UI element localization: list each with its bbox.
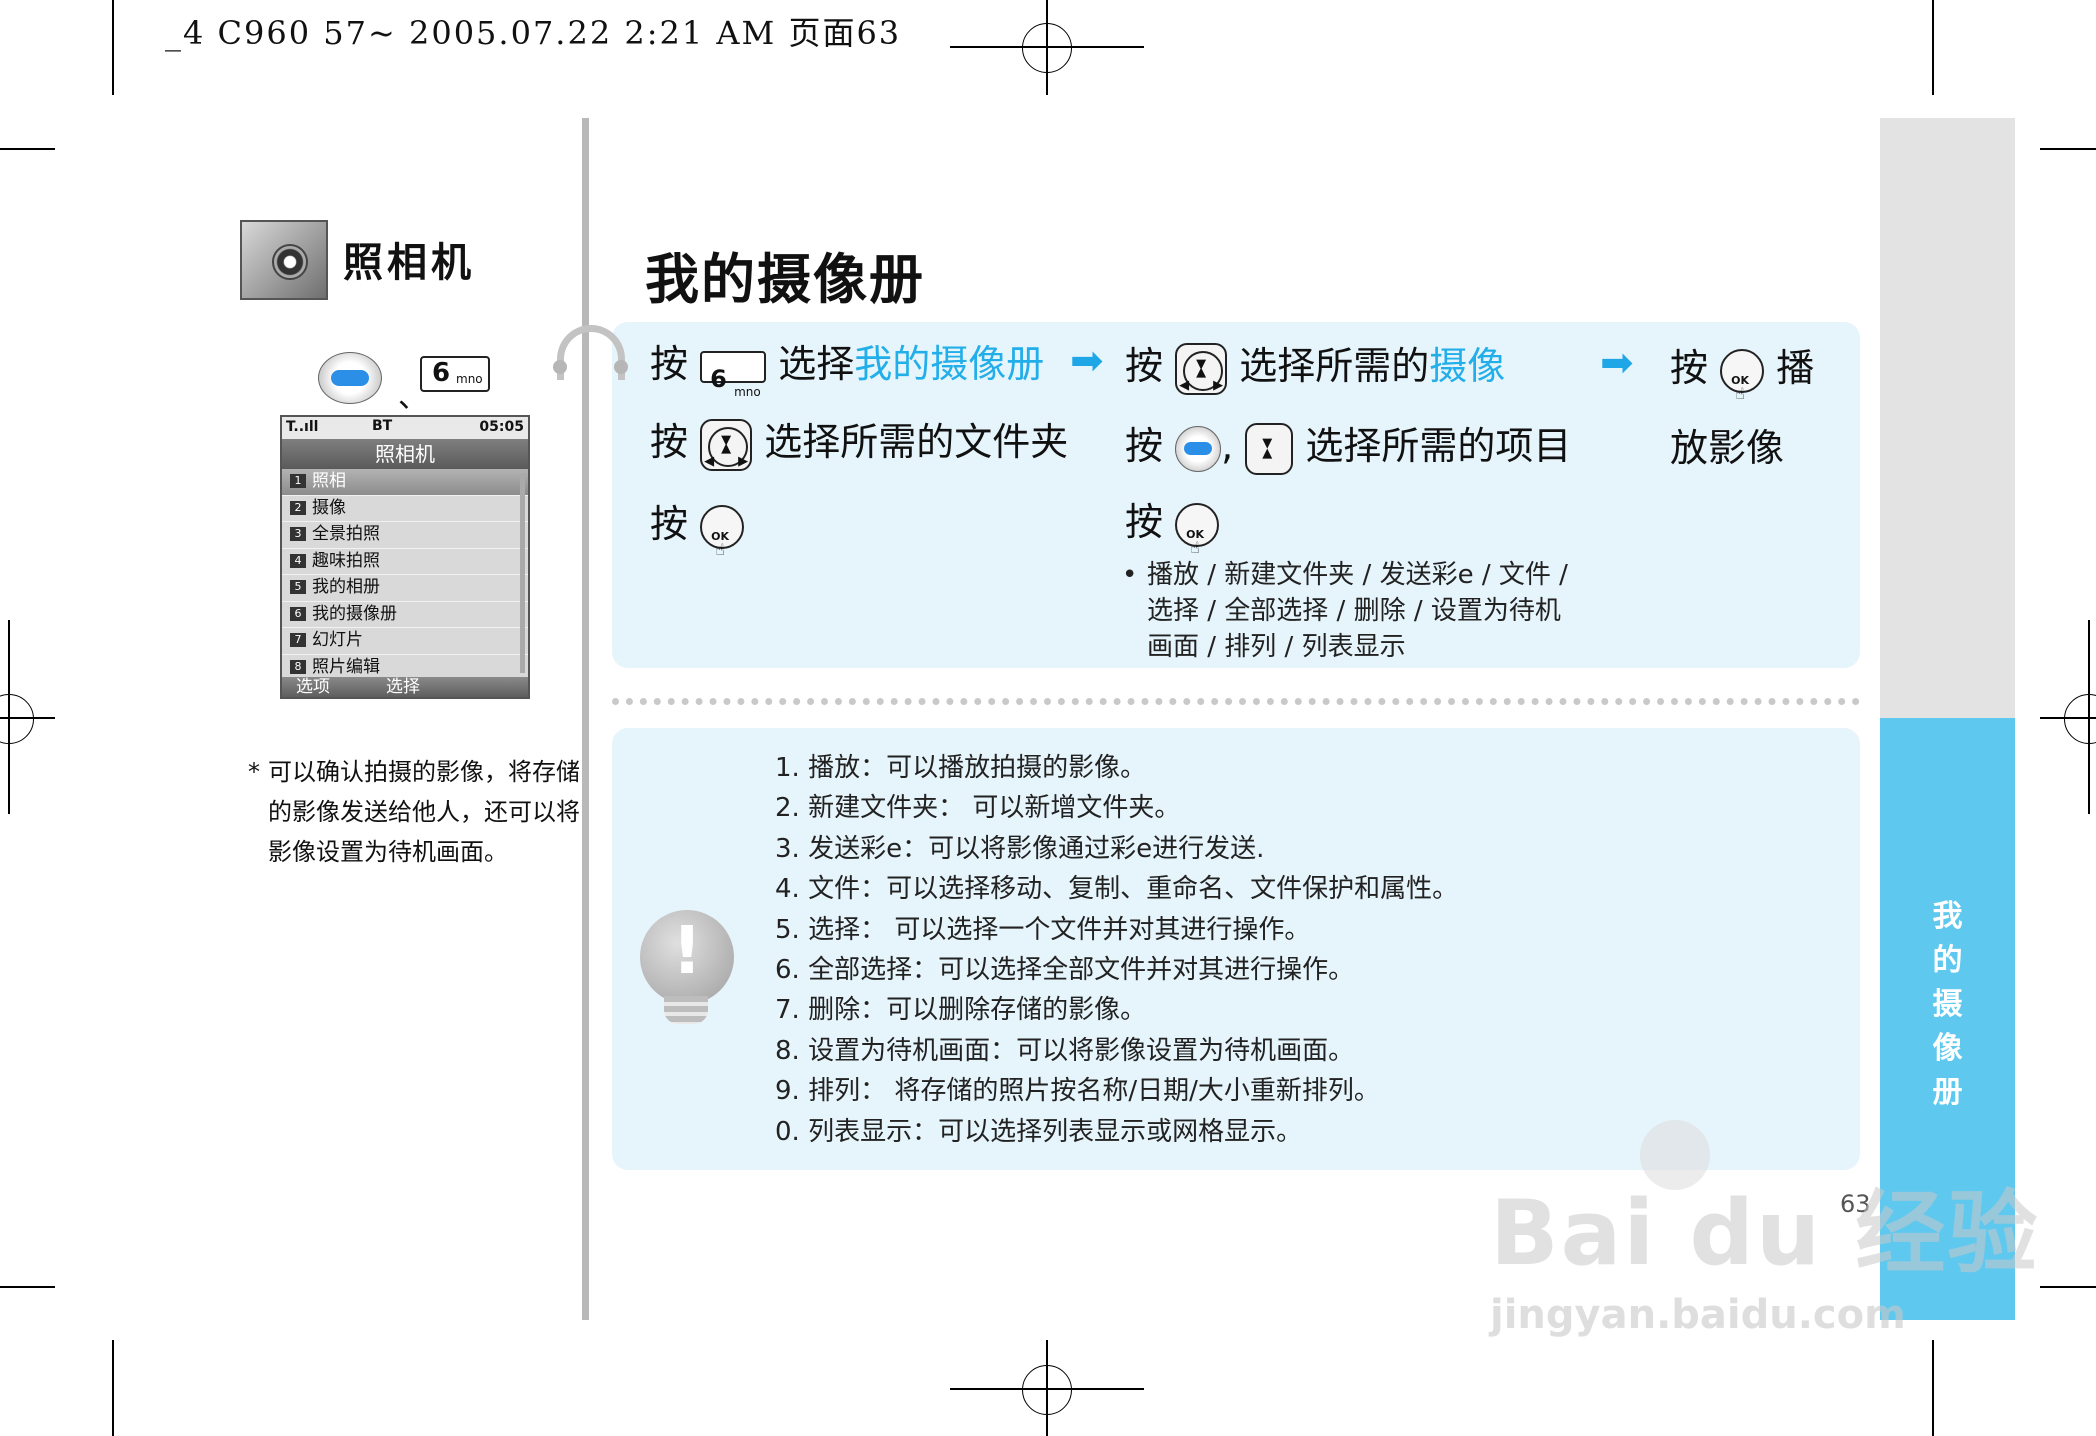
note-item: 7. 删除：可以删除存储的影像。: [775, 995, 1147, 1026]
note-item: 5. 选择： 可以选择一个文件并对其进行操作。: [775, 914, 1311, 945]
dotted-divider: [612, 698, 1860, 705]
phone-menu-item: 4 趣味拍照: [282, 549, 528, 575]
menu-key-icon: [1175, 425, 1222, 472]
left-note: * 可以确认拍摄的影像，将存储的影像发送给他人，还可以将影像设置为待机画面。: [248, 758, 580, 866]
watermark-url: jingyan.baidu.com: [1490, 1292, 1906, 1338]
section-title: 照相机: [343, 240, 475, 286]
ok-key-icon: OK ☝: [1720, 348, 1765, 403]
phone-menu-title: 照相机: [282, 439, 528, 469]
crop-mark: [1932, 1340, 1934, 1436]
phone-menu-item: 3 全景拍照: [282, 522, 528, 549]
exclamation-icon: !: [672, 912, 703, 989]
key-six-icon: 6 mno: [700, 350, 767, 399]
bluetooth-icon: BT: [372, 418, 393, 434]
print-header: _4 C960 57~ 2005.07.22 2:21 AM 页面63: [165, 14, 902, 52]
nav-key-icon: ▲ ▼ ◀ ▶: [1175, 342, 1228, 397]
nav-key-icon: ▲ ▼ ◀ ▶: [700, 418, 753, 473]
arrow-right-icon: ➡: [1070, 338, 1104, 384]
notes-list: 1. 播放：可以播放拍摄的影像。 2. 新建文件夹： 可以新增文件夹。 3. 发…: [775, 748, 1458, 1152]
crop-mark: [112, 1340, 114, 1436]
note-item: 2. 新建文件夹： 可以新增文件夹。: [775, 793, 1181, 824]
registration-mark: [0, 694, 34, 744]
registration-mark: [1022, 23, 1072, 73]
phone-scrollbar: [520, 473, 525, 673]
crop-mark: [0, 1286, 55, 1288]
note-item: 3. 发送彩e：可以将影像通过彩e进行发送.: [775, 833, 1265, 864]
phone-menu-item: 7 幻灯片: [282, 628, 528, 655]
crop-mark: [1932, 0, 1934, 95]
binder-hook-dot: [614, 360, 628, 374]
menu-key-icon: [318, 352, 382, 404]
softkey-right: 选择: [386, 677, 420, 697]
note-item: 9. 排列： 将存储的照片按名称/日期/大小重新排列。: [775, 1076, 1380, 1107]
page-title: 我的摄像册: [645, 248, 925, 311]
note-item: 0. 列表显示：可以选择列表显示或网格显示。: [775, 1116, 1303, 1147]
step2-line1: 按 ▲▼◀▶ 选择所需的摄像: [1125, 340, 1505, 397]
note-item: 6. 全部选择：可以选择全部文件并对其进行操作。: [775, 955, 1355, 986]
phone-menu-item: 6 我的摄像册: [282, 602, 528, 628]
signal-icon: T..ıll: [286, 419, 319, 435]
phone-menu-item: 2 摄像: [282, 496, 528, 522]
step1-line3: 按 OK ☝: [650, 498, 745, 559]
side-tab-gray: [1880, 118, 2015, 718]
note-item: 8. 设置为待机画面：可以将影像设置为待机画面。: [775, 1035, 1355, 1066]
step1-line1: 按 6 mno 选择我的摄像册: [650, 342, 1045, 399]
crop-mark: [112, 0, 114, 95]
updown-key-icon: ▲ ▼: [1245, 422, 1294, 475]
phone-menu-item: 1 照相: [282, 469, 528, 496]
phone-softkeys: 选项 选择: [282, 677, 528, 697]
crop-mark: [2040, 1286, 2096, 1288]
step2-line2: 按 , ▲ ▼ 选择所需的项目: [1125, 420, 1571, 475]
step3-line1: 按 OK ☝ 播: [1670, 346, 1815, 403]
phone-menu-list: 1 照相 2 摄像 3 全景拍照 4 趣味拍照 5 我的相册 6 我的摄像册 7 幻灯片 8照…: [282, 469, 528, 681]
binder-hook-dot: [553, 360, 567, 374]
softkey-left: 选项: [296, 677, 330, 697]
camera-icon: [240, 220, 328, 300]
crop-mark: [0, 148, 55, 150]
arrow-right-icon: ➡: [1600, 340, 1634, 386]
note-item: 4. 文件：可以选择移动、复制、重命名、文件保护和属性。: [775, 874, 1459, 905]
phone-menu-item: 5 我的相册: [282, 575, 528, 602]
phone-status-bar: T..ıll BT 05:05: [282, 417, 528, 439]
side-tab-label: 我 的 摄 像 册: [1932, 899, 1963, 1110]
registration-mark: [2064, 694, 2096, 744]
bulb-base-icon: [664, 996, 708, 1024]
phone-screen: T..ıll BT 05:05 照相机 1 照相 2 摄像 3 全景拍照 4 趣味拍照 …: [280, 415, 530, 699]
key-six-icon: 6 mno: [420, 356, 490, 392]
step1-line2: 按 ▲▼◀▶ 选择所需的文件夹: [650, 416, 1068, 473]
column-divider: [582, 118, 589, 1320]
phone-clock: 05:05: [479, 419, 524, 435]
crop-mark: [2040, 148, 2096, 150]
step3-line2: 放影像: [1670, 426, 1785, 470]
watermark-logo: Bai du 经验: [1490, 1181, 2040, 1286]
ok-key-icon: OK ☝: [1175, 502, 1220, 557]
ok-key-icon: OK ☝: [700, 504, 745, 559]
note-item: 1. 播放：可以播放拍摄的影像。: [775, 753, 1147, 783]
step2-line3: 按 OK ☝: [1125, 496, 1220, 557]
registration-mark: [1022, 1365, 1072, 1415]
options-list: • 播放 / 新建文件夹 / 发送彩e / 文件 / 选择 / 全部选择 / 删…: [1122, 560, 1568, 662]
